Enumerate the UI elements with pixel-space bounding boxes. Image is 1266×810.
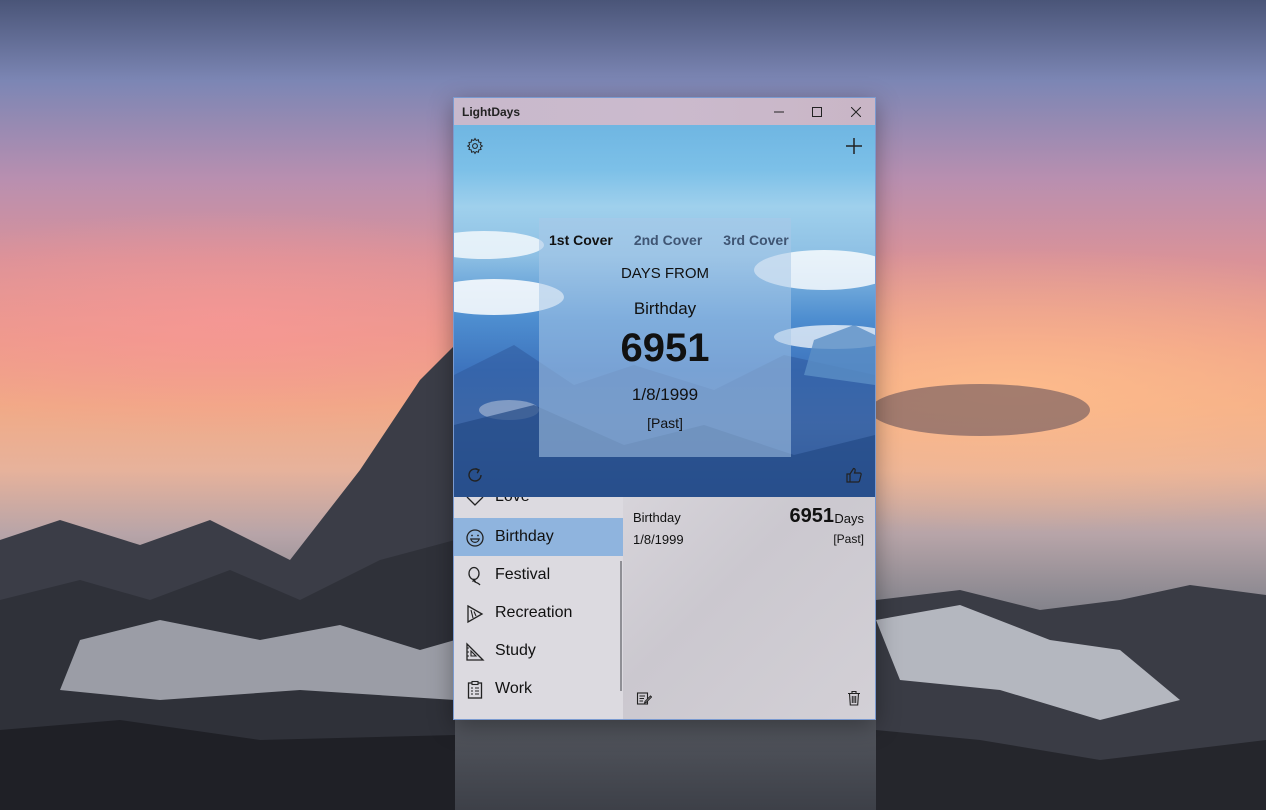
event-date: 1/8/1999 — [633, 532, 684, 547]
party-horn-icon — [467, 604, 484, 624]
close-icon — [851, 106, 861, 117]
minimize-icon — [774, 111, 784, 112]
category-label: Festival — [495, 566, 551, 583]
add-button[interactable] — [843, 135, 865, 157]
thumbs-up-icon — [846, 467, 862, 483]
like-button[interactable] — [843, 464, 865, 486]
category-label: Work — [495, 680, 533, 697]
cover-day-count: 6951 — [620, 326, 710, 370]
cover-heading: DAYS FROM — [620, 265, 710, 282]
delete-button[interactable] — [843, 687, 865, 709]
maximize-button[interactable] — [798, 98, 836, 125]
category-item-recreation[interactable]: Recreation — [454, 594, 623, 632]
maximize-icon — [812, 106, 822, 117]
event-status: [Past] — [833, 532, 864, 546]
refresh-icon — [468, 467, 482, 482]
category-item-love[interactable]: Love — [454, 497, 623, 516]
category-item-festival[interactable]: Festival — [454, 556, 623, 594]
plus-icon — [846, 138, 862, 154]
app-window: LightDays 1st Cover 2nd Cover 3rd Cover … — [453, 97, 876, 720]
settings-button[interactable] — [464, 135, 486, 157]
category-label: Birthday — [495, 528, 554, 545]
category-label: Study — [495, 642, 536, 659]
category-label: Recreation — [495, 604, 573, 621]
tab-2nd-cover[interactable]: 2nd Cover — [634, 232, 702, 248]
title-bar[interactable]: LightDays — [454, 98, 875, 125]
tab-1st-cover[interactable]: 1st Cover — [549, 232, 613, 248]
category-scrollbar[interactable] — [620, 561, 622, 691]
heart-icon — [466, 497, 484, 506]
app-title: LightDays — [462, 105, 521, 119]
cover-event-name: Birthday — [633, 299, 697, 318]
edit-button[interactable] — [633, 687, 655, 709]
ruler-icon — [466, 642, 485, 661]
clipboard-icon — [467, 680, 483, 699]
minimize-button[interactable] — [760, 98, 798, 125]
tab-3rd-cover[interactable]: 3rd Cover — [723, 232, 788, 248]
category-item-study[interactable]: Study — [454, 632, 623, 670]
balloon-icon — [468, 566, 481, 586]
category-label: Love — [495, 497, 530, 506]
cover-tabs: 1st Cover 2nd Cover 3rd Cover — [549, 232, 789, 248]
cover-date: 1/8/1999 — [631, 385, 699, 404]
edit-icon — [636, 692, 652, 705]
category-list: Love Birthday Festival Recreation Study … — [454, 497, 623, 719]
refresh-button[interactable] — [464, 464, 486, 486]
event-detail-panel: Birthday 1/8/1999 6951 Days [Past] — [623, 497, 875, 719]
smiley-icon — [466, 529, 484, 547]
event-day-unit: Days — [834, 511, 864, 526]
close-button[interactable] — [837, 98, 875, 125]
cover-card: 1st Cover 2nd Cover 3rd Cover DAYS FROM … — [539, 218, 791, 457]
event-name: Birthday — [633, 510, 681, 525]
content-area: Love Birthday Festival Recreation Study … — [454, 497, 875, 719]
category-item-work[interactable]: Work — [454, 670, 623, 708]
category-item-birthday[interactable]: Birthday — [454, 518, 623, 556]
trash-icon — [848, 690, 860, 706]
cover-area: 1st Cover 2nd Cover 3rd Cover DAYS FROM … — [454, 125, 875, 497]
event-day-count: 6951 — [789, 505, 835, 527]
gear-icon — [466, 137, 484, 155]
cover-status: [Past] — [647, 415, 683, 431]
